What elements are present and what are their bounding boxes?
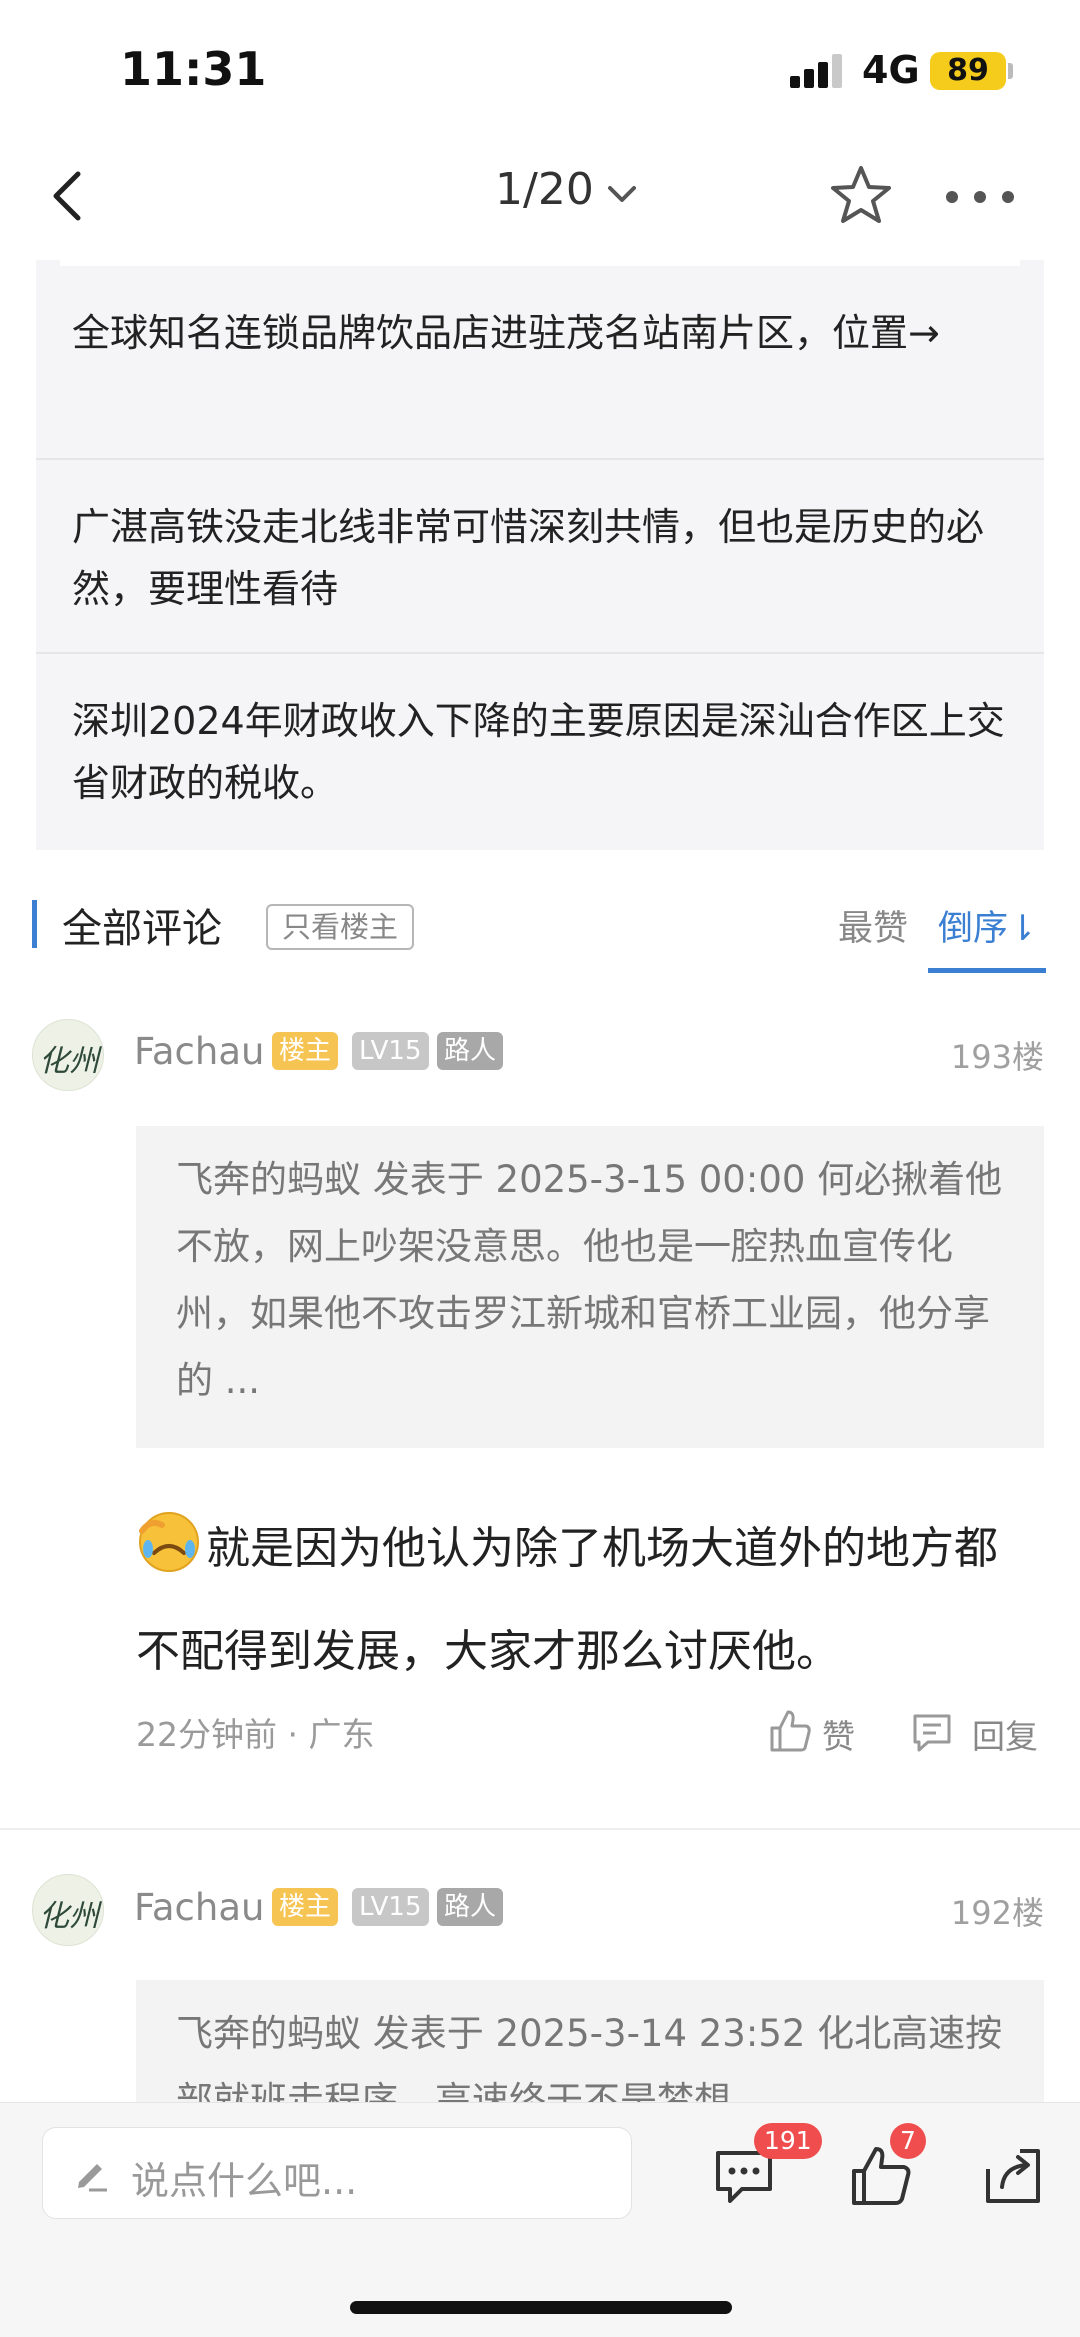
sort-by-likes-tab[interactable]: 最赞 <box>838 900 908 951</box>
active-tab-underline <box>928 968 1046 973</box>
level-badge: LV15 <box>352 1888 429 1926</box>
meta-separator: · <box>287 1715 309 1754</box>
status-bar: 11:31 4G 89 <box>0 0 1080 140</box>
comment-time: 22分钟前 <box>136 1715 277 1754</box>
related-article-item[interactable]: 深圳2024年财政收入下降的主要原因是深汕合作区上交省财政的税收。 <box>36 690 1044 814</box>
sort-descending-tab[interactable]: 倒序⇂ <box>938 900 1037 951</box>
avatar[interactable]: 化州 <box>32 1019 104 1091</box>
favorite-star-icon[interactable] <box>828 162 894 228</box>
avatar-label: 化州 <box>39 1044 99 1079</box>
quoted-reply[interactable]: 飞奔的蚂蚁 发表于 2025-3-15 00:00 何必揪着他不放，网上吵架没意… <box>136 1126 1044 1448</box>
related-article-item[interactable]: 全球知名连锁品牌饮品店进驻茂名站南片区，位置→ <box>36 302 1044 364</box>
username[interactable]: Fachau <box>134 1030 264 1073</box>
back-arrow-icon[interactable] <box>38 166 98 226</box>
signal-icon <box>790 54 844 88</box>
floor-number: 193楼 <box>950 1038 1044 1076</box>
thumbs-up-icon <box>770 1710 811 1752</box>
op-only-button[interactable]: 只看楼主 <box>266 904 415 950</box>
comment-location: 广东 <box>308 1715 375 1754</box>
reply-label: 回复 <box>972 1717 1038 1756</box>
more-options-icon[interactable] <box>940 182 1020 212</box>
battery-icon: 89 <box>930 52 1006 90</box>
home-indicator[interactable] <box>350 2301 732 2314</box>
share-icon[interactable] <box>980 2143 1046 2209</box>
comments-header: 全部评论 只看楼主 最赞 倒序⇂ <box>0 880 1080 980</box>
related-articles: 全球知名连锁品牌饮品店进驻茂名站南片区，位置→ 广湛高铁没走北线非常可惜深刻共情… <box>36 260 1044 850</box>
divider <box>36 458 1044 460</box>
status-time: 11:31 <box>120 42 267 96</box>
comment-input[interactable]: 说点什么吧... <box>42 2127 632 2219</box>
divider <box>36 652 1044 654</box>
op-badge: 楼主 <box>272 1888 339 1926</box>
comment-text: 就是因为他认为除了机场大道外的地方都不配得到发展，大家才那么讨厌他。 <box>136 1497 1016 1703</box>
username[interactable]: Fachau <box>134 1886 264 1929</box>
page-counter[interactable]: 1/20 <box>495 164 594 215</box>
comment-separator <box>0 1828 1080 1830</box>
avatar[interactable]: 化州 <box>32 1874 104 1946</box>
bottom-action-bar: 说点什么吧... 191 7 <box>0 2102 1080 2337</box>
level-badge: LV15 <box>352 1032 429 1070</box>
header-accent-bar <box>32 900 37 948</box>
like-label: 赞 <box>822 1717 855 1756</box>
facepalm-emoji-icon <box>139 1512 199 1572</box>
quoted-reply[interactable]: 飞奔的蚂蚁 发表于 2025-3-14 23:52 化北高速按部就班走程序，高速… <box>136 1980 1044 2102</box>
op-badge: 楼主 <box>272 1032 339 1070</box>
comments-title: 全部评论 <box>62 906 222 952</box>
input-placeholder: 说点什么吧... <box>131 2159 358 2203</box>
chevron-down-icon[interactable] <box>602 174 642 214</box>
comment-count-badge: 191 <box>754 2123 822 2159</box>
comment-text-body: 就是因为他认为除了机场大道外的地方都不配得到发展，大家才那么讨厌他。 <box>136 1523 998 1677</box>
floor-number: 192楼 <box>950 1894 1044 1932</box>
pencil-icon <box>78 2164 107 2192</box>
related-top-strip <box>60 260 1020 266</box>
battery-tip <box>1008 63 1013 79</box>
like-count-badge: 7 <box>890 2123 926 2159</box>
related-article-item[interactable]: 广湛高铁没走北线非常可惜深刻共情，但也是历史的必然，要理性看待 <box>36 496 1044 620</box>
network-type: 4G <box>862 48 920 92</box>
like-button[interactable]: 赞 <box>768 1708 868 1758</box>
comment-meta: 22分钟前 · 广东 <box>136 1708 374 1756</box>
role-badge: 路人 <box>437 1888 504 1926</box>
avatar-label: 化州 <box>39 1899 99 1934</box>
nav-bar: 1/20 <box>0 140 1080 260</box>
role-badge: 路人 <box>437 1032 504 1070</box>
comment-item: 化州 Fachau 楼主 LV15 路人 192楼 飞奔的蚂蚁 发表于 2025… <box>0 1866 1080 2102</box>
reply-button[interactable]: 回复 <box>910 1708 1045 1758</box>
reply-bubble-icon <box>913 1714 951 1752</box>
